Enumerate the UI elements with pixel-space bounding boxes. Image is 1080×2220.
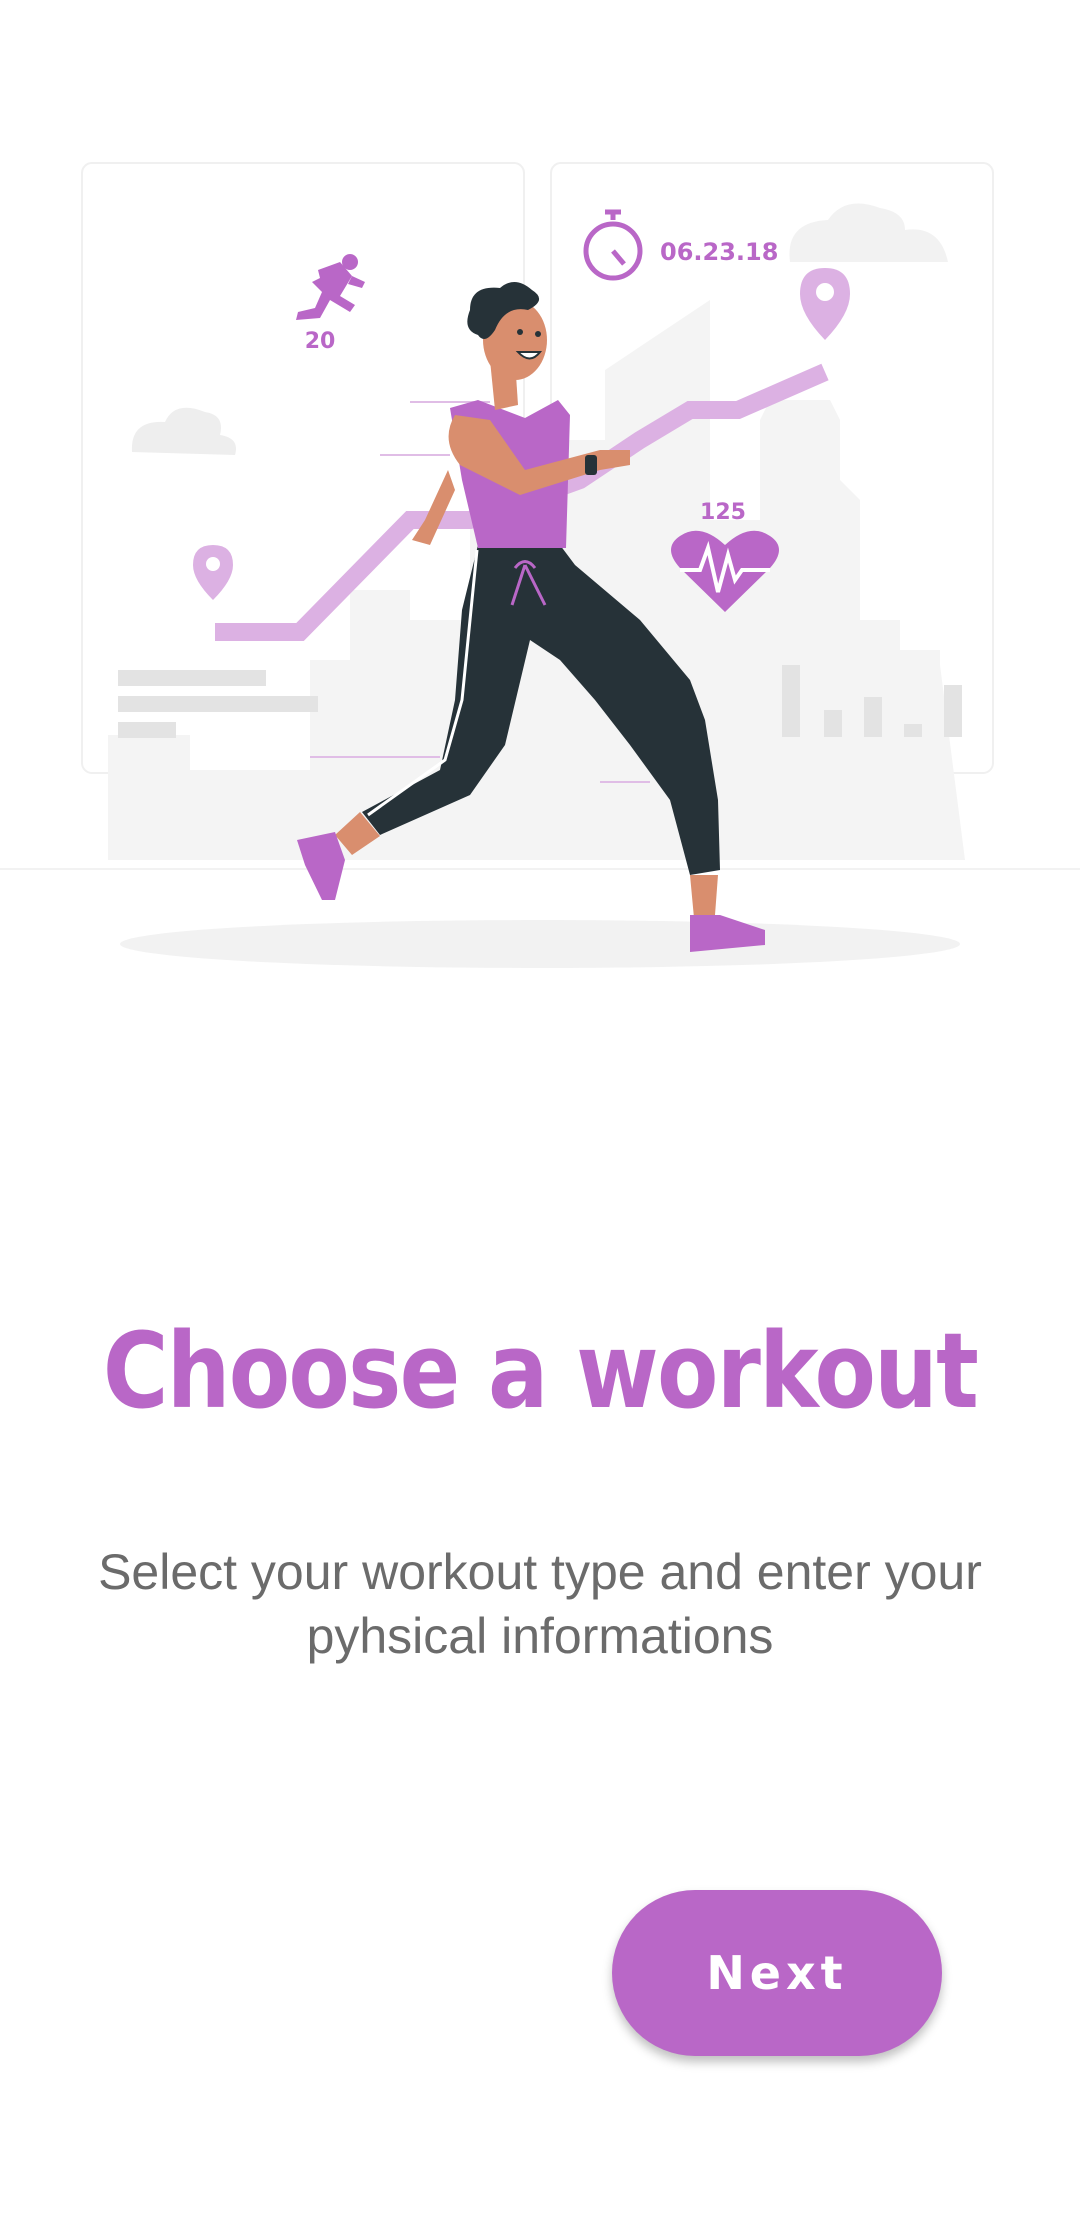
ground-shadow: [120, 920, 960, 968]
next-button[interactable]: Next: [612, 1890, 942, 2056]
heart-rate-label: 125: [700, 500, 746, 525]
text-bar: [118, 670, 266, 686]
workout-illustration: 20 06.23.18 125: [0, 162, 1080, 968]
text-bar: [118, 696, 318, 712]
page-subtitle: Select your workout type and enter your …: [98, 1544, 982, 1664]
page-title: Choose a workout: [102, 1310, 979, 1432]
date-label: 06.23.18: [660, 238, 778, 266]
runner-stat-label: 20: [305, 329, 336, 354]
text-bar: [118, 722, 176, 738]
